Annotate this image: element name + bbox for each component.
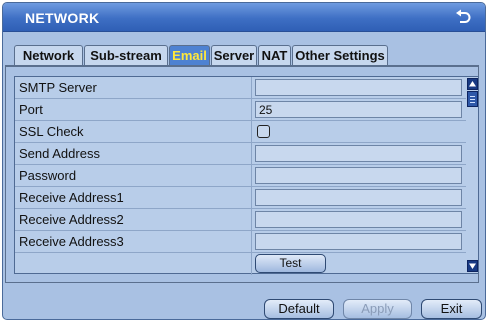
tab-server[interactable]: Server xyxy=(211,45,257,65)
smtp-server-label: SMTP Server xyxy=(19,80,97,95)
tab-sub-stream[interactable]: Sub-stream xyxy=(84,45,168,65)
scroll-up-arrow-icon[interactable] xyxy=(467,78,478,90)
tab-network[interactable]: Network xyxy=(14,45,83,65)
port-field[interactable]: 25 xyxy=(255,101,462,118)
back-arrow-icon[interactable] xyxy=(453,7,473,27)
column-divider xyxy=(251,99,252,121)
default-button[interactable]: Default xyxy=(264,299,334,319)
window-title: NETWORK xyxy=(25,10,100,26)
row-test: Test xyxy=(15,253,466,275)
column-divider xyxy=(251,121,252,143)
ssl-check-checkbox[interactable] xyxy=(257,125,270,138)
apply-button[interactable]: Apply xyxy=(343,299,412,319)
tab-other-settings[interactable]: Other Settings xyxy=(292,45,388,65)
receive-address2-label: Receive Address2 xyxy=(19,212,124,227)
tab-email[interactable]: Email xyxy=(169,45,210,65)
row-receive-address2: Receive Address2 xyxy=(15,209,466,231)
exit-button[interactable]: Exit xyxy=(421,299,482,319)
column-divider xyxy=(251,231,252,253)
column-divider xyxy=(251,77,252,99)
password-label: Password xyxy=(19,168,77,183)
row-send-address: Send Address xyxy=(15,143,466,165)
send-address-field[interactable] xyxy=(255,145,462,162)
column-divider xyxy=(251,143,252,165)
thumb-grip-line xyxy=(470,102,475,103)
row-ssl-check: SSL Check xyxy=(15,121,466,143)
receive-address2-field[interactable] xyxy=(255,211,462,228)
scroll-down-arrow-icon[interactable] xyxy=(467,260,478,272)
title-bar: NETWORK xyxy=(3,3,485,32)
receive-address1-label: Receive Address1 xyxy=(19,190,124,205)
tab-nat[interactable]: NAT xyxy=(258,45,291,65)
send-address-label: Send Address xyxy=(19,146,100,161)
thumb-grip-line xyxy=(470,99,475,100)
column-divider xyxy=(251,187,252,209)
receive-address3-label: Receive Address3 xyxy=(19,234,124,249)
row-receive-address3: Receive Address3 xyxy=(15,231,466,253)
column-divider xyxy=(251,209,252,231)
row-password: Password xyxy=(15,165,466,187)
receive-address1-field[interactable] xyxy=(255,189,462,206)
ssl-check-label: SSL Check xyxy=(19,124,84,139)
scroll-thumb[interactable] xyxy=(467,91,478,107)
email-settings-grid: SMTP Server Port 25 SSL Check Send Addre… xyxy=(14,76,467,275)
test-button[interactable]: Test xyxy=(255,254,326,273)
scrollbar[interactable] xyxy=(466,76,479,274)
column-divider xyxy=(251,253,252,275)
column-divider xyxy=(251,165,252,187)
row-port: Port 25 xyxy=(15,99,466,121)
password-field[interactable] xyxy=(255,167,462,184)
row-receive-address1: Receive Address1 xyxy=(15,187,466,209)
thumb-grip-line xyxy=(470,96,475,97)
row-smtp-server: SMTP Server xyxy=(15,77,466,99)
smtp-server-field[interactable] xyxy=(255,79,462,96)
port-label: Port xyxy=(19,102,43,117)
receive-address3-field[interactable] xyxy=(255,233,462,250)
